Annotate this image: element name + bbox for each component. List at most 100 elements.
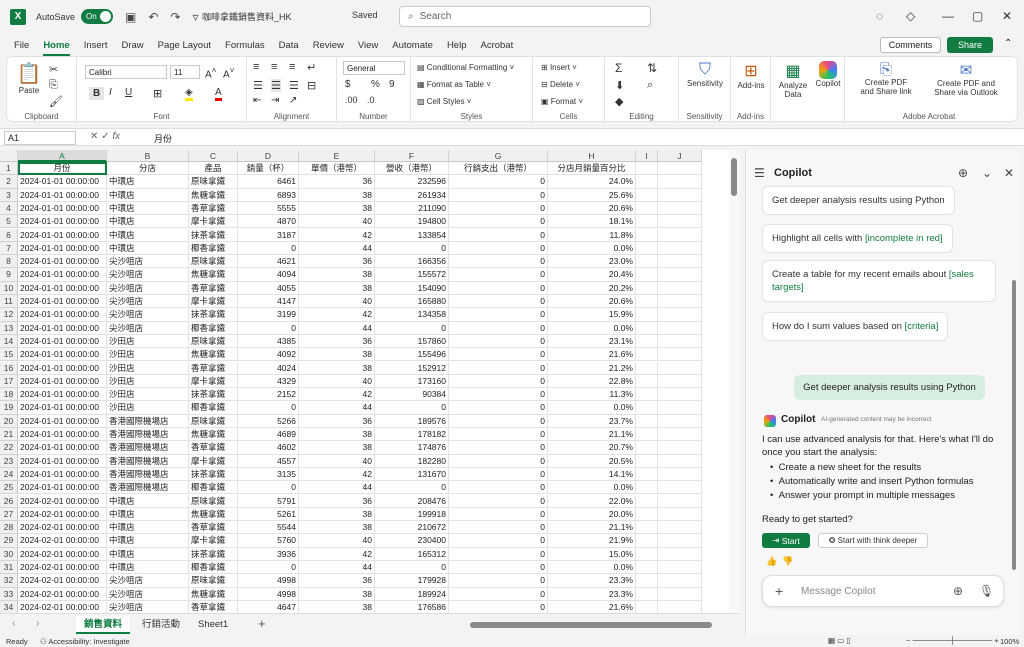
- data-cell[interactable]: 0: [449, 281, 548, 295]
- row-header[interactable]: 7: [0, 241, 18, 256]
- data-cell[interactable]: 165880: [375, 295, 449, 309]
- create-pdf-outlook-button[interactable]: ✉ Create PDF and Share via Outlook: [925, 61, 1007, 97]
- data-cell[interactable]: 0: [449, 401, 548, 415]
- diamond-icon[interactable]: ◇: [906, 9, 915, 23]
- data-cell[interactable]: 0: [449, 521, 548, 535]
- data-cell[interactable]: 0: [375, 481, 449, 495]
- create-pdf-share-link-button[interactable]: ⎘ Create PDF and Share link: [851, 61, 921, 96]
- data-cell[interactable]: 0: [449, 507, 548, 522]
- data-cell[interactable]: [658, 175, 702, 189]
- format-as-table-button[interactable]: ▦ Format as Table ˅: [417, 80, 491, 89]
- row-header[interactable]: 4: [0, 201, 18, 216]
- row-header[interactable]: 32: [0, 574, 18, 588]
- data-cell[interactable]: [658, 201, 702, 216]
- data-cell[interactable]: 44: [299, 321, 375, 335]
- data-cell[interactable]: 2024-01-01 00:00:00: [18, 454, 107, 468]
- row-header[interactable]: 2: [0, 175, 18, 189]
- data-cell[interactable]: 5555: [238, 201, 299, 216]
- data-cell[interactable]: 0: [449, 494, 548, 508]
- thumbs-down-icon[interactable]: 👎: [782, 556, 793, 567]
- data-cell[interactable]: 0.0%: [548, 481, 636, 495]
- data-cell[interactable]: 0: [375, 401, 449, 415]
- data-cell[interactable]: 0: [449, 348, 548, 362]
- data-cell[interactable]: 2024-01-01 00:00:00: [18, 414, 107, 428]
- data-cell[interactable]: 42: [299, 308, 375, 322]
- header-cell[interactable]: 產品: [189, 162, 238, 176]
- data-cell[interactable]: 2024-01-01 00:00:00: [18, 361, 107, 375]
- data-cell[interactable]: 20.6%: [548, 201, 636, 216]
- data-cell[interactable]: 152912: [375, 361, 449, 375]
- data-cell[interactable]: 0: [449, 215, 548, 229]
- column-header[interactable]: D: [238, 150, 299, 162]
- format-cells-button[interactable]: ▣ Format ˅: [541, 97, 583, 106]
- data-cell[interactable]: 2024-01-01 00:00:00: [18, 348, 107, 362]
- data-cell[interactable]: 4147: [238, 295, 299, 309]
- data-cell[interactable]: 0: [449, 428, 548, 442]
- row-header[interactable]: 27: [0, 507, 18, 522]
- increase-indent-icon[interactable]: ⇥: [271, 95, 279, 106]
- data-cell[interactable]: [636, 467, 658, 482]
- data-cell[interactable]: 2024-02-01 00:00:00: [18, 521, 107, 535]
- merge-center-icon[interactable]: ⊟: [307, 79, 316, 92]
- row-header[interactable]: 24: [0, 467, 18, 482]
- vertical-scroll-thumb[interactable]: [731, 158, 737, 196]
- sheet-tab[interactable]: 銷售資料: [76, 616, 131, 634]
- data-cell[interactable]: [636, 587, 658, 601]
- row-header[interactable]: 10: [0, 281, 18, 295]
- data-cell[interactable]: 23.3%: [548, 574, 636, 588]
- data-cell[interactable]: 2024-01-01 00:00:00: [18, 201, 107, 216]
- start-think-deeper-button[interactable]: ❂ Start with think deeper: [818, 533, 928, 548]
- align-center-icon[interactable]: ☰: [271, 79, 281, 92]
- data-cell[interactable]: 2024-01-01 00:00:00: [18, 228, 107, 242]
- data-cell[interactable]: 20.2%: [548, 281, 636, 295]
- sensitivity-button[interactable]: ⛉ Sensitivity: [683, 61, 727, 88]
- data-cell[interactable]: 0: [449, 587, 548, 601]
- data-cell[interactable]: 2024-01-01 00:00:00: [18, 428, 107, 442]
- data-cell[interactable]: 38: [299, 507, 375, 522]
- lightbulb-icon[interactable]: ◌: [876, 9, 883, 23]
- data-cell[interactable]: [658, 507, 702, 522]
- paste-button[interactable]: 📋 Paste: [15, 61, 43, 95]
- data-cell[interactable]: 155572: [375, 268, 449, 282]
- column-header[interactable]: F: [375, 150, 449, 162]
- data-cell[interactable]: 沙田店: [107, 374, 189, 389]
- data-cell[interactable]: 焦糖拿鐵: [189, 428, 238, 442]
- data-cell[interactable]: 香港國際機場店: [107, 467, 189, 482]
- data-cell[interactable]: 20.6%: [548, 295, 636, 309]
- data-cell[interactable]: 尖沙咀店: [107, 295, 189, 309]
- align-bottom-icon[interactable]: ≡: [289, 61, 295, 73]
- data-cell[interactable]: [658, 454, 702, 468]
- data-cell[interactable]: [658, 374, 702, 389]
- data-cell[interactable]: 157860: [375, 334, 449, 349]
- tab-data[interactable]: Data: [279, 38, 299, 53]
- data-cell[interactable]: 原味拿鐵: [189, 494, 238, 508]
- share-button[interactable]: Share: [947, 37, 993, 53]
- data-cell[interactable]: 焦糖拿鐵: [189, 188, 238, 202]
- data-cell[interactable]: 24.0%: [548, 175, 636, 189]
- start-button[interactable]: ⇥ Start: [762, 533, 810, 548]
- data-cell[interactable]: [636, 547, 658, 561]
- data-cell[interactable]: 0: [449, 561, 548, 575]
- data-cell[interactable]: 抹茶拿鐵: [189, 547, 238, 561]
- globe-icon[interactable]: ⊕: [953, 584, 963, 598]
- data-cell[interactable]: [658, 268, 702, 282]
- data-cell[interactable]: 23.7%: [548, 414, 636, 428]
- data-cell[interactable]: 2024-01-01 00:00:00: [18, 241, 107, 256]
- data-cell[interactable]: 21.6%: [548, 600, 636, 613]
- data-cell[interactable]: 44: [299, 241, 375, 256]
- data-cell[interactable]: 4647: [238, 600, 299, 613]
- data-cell[interactable]: [658, 228, 702, 242]
- data-cell[interactable]: [658, 494, 702, 508]
- cut-icon[interactable]: ✂: [49, 63, 58, 76]
- data-cell[interactable]: 原味拿鐵: [189, 334, 238, 349]
- find-select-icon[interactable]: ⌕: [647, 79, 653, 92]
- data-cell[interactable]: 0: [449, 600, 548, 613]
- autosum-icon[interactable]: Σ: [615, 61, 622, 75]
- suggestion-2[interactable]: Highlight all cells with [incomplete in …: [762, 224, 953, 253]
- data-cell[interactable]: 18.1%: [548, 215, 636, 229]
- data-cell[interactable]: 38: [299, 348, 375, 362]
- header-cell[interactable]: 月份: [18, 162, 107, 176]
- data-cell[interactable]: 尖沙咀店: [107, 587, 189, 601]
- data-cell[interactable]: 2024-01-01 00:00:00: [18, 321, 107, 335]
- data-cell[interactable]: 沙田店: [107, 334, 189, 349]
